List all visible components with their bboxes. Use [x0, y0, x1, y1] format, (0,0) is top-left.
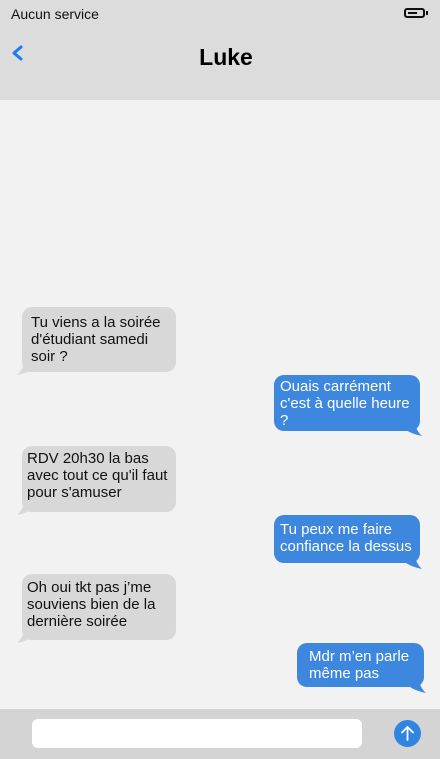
send-button[interactable]	[394, 720, 421, 747]
carrier-label: Aucun service	[11, 6, 99, 22]
message-bubble: Tu peux me faire confiance la dessus	[274, 515, 420, 563]
message-list[interactable]: Tu viens a la soirée d'étudiant samedi s…	[0, 100, 440, 709]
composer-bar	[0, 709, 440, 759]
message-bubble: Ouais carrément c'est à quelle heure ?	[274, 375, 420, 431]
conversation-header: Aucun service Luke	[0, 0, 440, 100]
message-bubble: RDV 20h30 la bas avec tout ce qu'il faut…	[22, 446, 176, 512]
message-input[interactable]	[32, 719, 362, 748]
message-bubble: Mdr m’en parle même pas	[297, 643, 424, 687]
contact-name: Luke	[199, 44, 253, 70]
battery-icon	[404, 8, 428, 18]
arrow-up-icon	[401, 726, 414, 741]
message-bubble: Oh oui tkt pas j’me souviens bien de la …	[22, 574, 176, 640]
message-bubble: Tu viens a la soirée d'étudiant samedi s…	[22, 307, 176, 372]
